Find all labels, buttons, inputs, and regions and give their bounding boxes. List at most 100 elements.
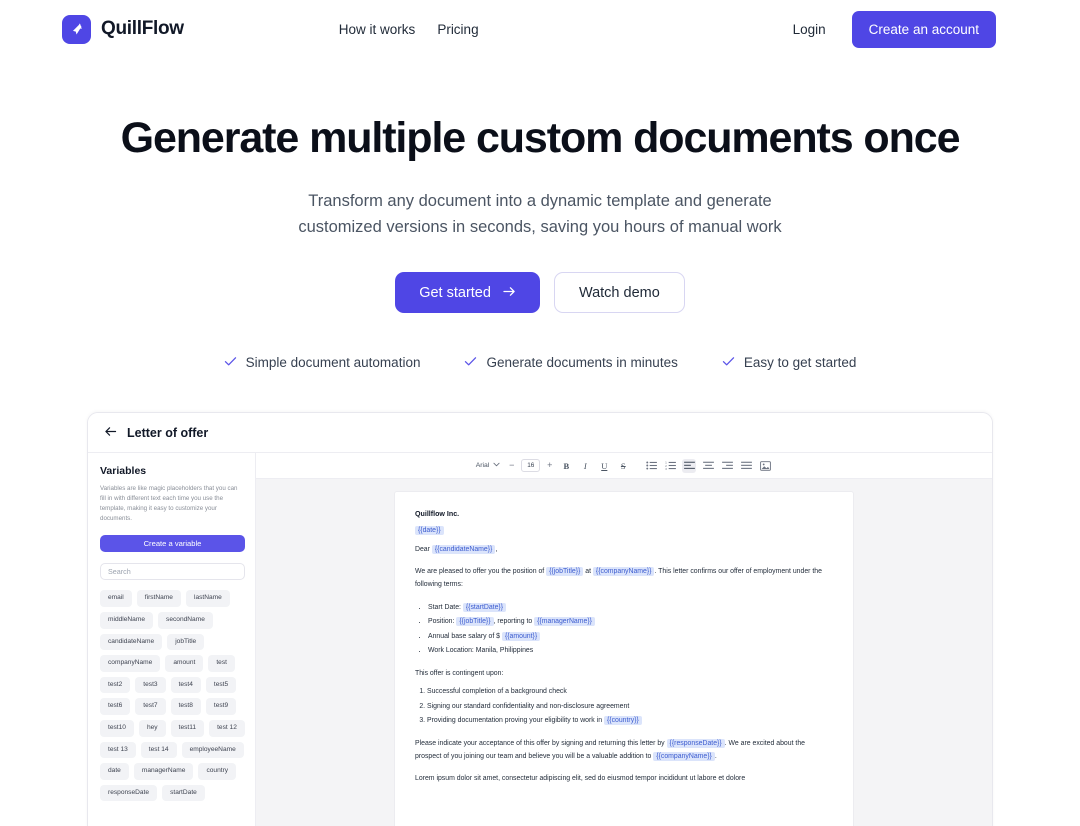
term-position: Position: {{jobTitle}}, reporting to {{m… (428, 615, 833, 628)
numbered-list-icon[interactable]: 1 2 3 (663, 459, 677, 473)
term-start-date: Start Date: {{startDate}} (428, 601, 833, 614)
variable-chip[interactable]: candidateName (100, 633, 163, 651)
variable-token-amount[interactable]: {{amount}} (501, 631, 541, 641)
variable-chip[interactable]: employeeName (181, 741, 244, 759)
feature-item: Easy to get started (722, 355, 856, 370)
salutation-comma: , (495, 545, 498, 553)
variable-chip[interactable]: responseDate (100, 784, 158, 802)
decrease-font-size-button[interactable]: − (507, 461, 516, 470)
create-variable-button[interactable]: Create a variable (100, 535, 245, 553)
variable-token-manager-name[interactable]: {{managerName}} (534, 617, 595, 627)
variable-token-job-title-2[interactable]: {{jobTitle}} (456, 617, 494, 627)
get-started-button[interactable]: Get started (395, 272, 540, 314)
variable-chip[interactable]: test8 (170, 698, 201, 716)
image-icon[interactable] (758, 459, 772, 473)
variable-token-company-name-2[interactable]: {{companyName}} (653, 752, 715, 761)
variable-token-response-date[interactable]: {{responseDate}} (666, 738, 725, 748)
salary-label: Annual base salary of $ (428, 632, 501, 640)
primary-nav-links: How it works Pricing (339, 22, 793, 37)
variable-chip[interactable]: middleName (100, 612, 154, 629)
variable-chip[interactable]: secondName (158, 612, 213, 629)
font-size-input[interactable] (521, 459, 541, 473)
variable-token-start-date[interactable]: {{startDate}} (462, 602, 507, 612)
document-lorem-paragraph: Lorem ipsum dolor sit amet, consectetur … (415, 775, 746, 783)
position-label: Position: (428, 618, 455, 626)
variable-chip[interactable]: test7 (135, 698, 166, 716)
variable-chip[interactable]: hey (138, 720, 166, 737)
editor-topbar: Letter of offer (88, 413, 992, 454)
align-center-icon[interactable] (701, 459, 715, 473)
contingent-item-3: Providing documentation proving your eli… (427, 714, 833, 727)
document-closing-paragraph: Please indicate your acceptance of this … (415, 737, 833, 764)
variable-chip[interactable]: amount (165, 655, 204, 672)
underline-button[interactable]: U (597, 459, 611, 473)
login-link[interactable]: Login (793, 22, 826, 37)
increase-font-size-button[interactable]: + (545, 461, 554, 470)
brand-name: QuillFlow (101, 18, 184, 39)
variable-chip[interactable]: jobTitle (167, 633, 205, 651)
svg-text:3: 3 (665, 467, 667, 470)
nav-link-pricing[interactable]: Pricing (437, 22, 478, 37)
variable-token-company-name[interactable]: {{companyName}} (592, 567, 655, 577)
variable-token-country[interactable]: {{country}} (603, 716, 642, 726)
chevron-down-icon (493, 462, 500, 469)
variable-chip[interactable]: test (208, 655, 235, 672)
variables-description: Variables are like magic placeholders th… (100, 485, 238, 523)
align-justify-icon[interactable] (739, 459, 753, 473)
feature-label: Simple document automation (245, 355, 421, 371)
variable-chip[interactable]: managerName (133, 763, 194, 780)
feature-item: Generate documents in minutes (464, 355, 678, 371)
variable-chip[interactable]: firstName (136, 590, 181, 608)
arrow-left-icon[interactable] (104, 424, 117, 442)
document-page[interactable]: Quillflow Inc. {{date}} Dear {{candidate… (394, 491, 854, 826)
align-left-icon[interactable] (682, 458, 697, 473)
font-family-selector[interactable]: Arial (476, 462, 501, 469)
watch-demo-button[interactable]: Watch demo (553, 272, 685, 314)
variable-chip[interactable]: startDate (162, 784, 205, 802)
start-date-label: Start Date: (428, 603, 461, 611)
align-right-icon[interactable] (720, 459, 734, 473)
variable-chip[interactable]: date (100, 763, 129, 780)
variable-chip[interactable]: test9 (205, 698, 237, 716)
contingent-item-1: Successful completion of a background ch… (427, 685, 833, 698)
brand-logo[interactable]: QuillFlow (62, 14, 184, 44)
nav-link-how-it-works[interactable]: How it works (339, 22, 416, 37)
variable-chip[interactable]: test10 (100, 720, 134, 737)
variable-token-candidate-name[interactable]: {{candidateName}} (431, 544, 496, 554)
variable-chip[interactable]: test 12 (209, 720, 245, 737)
variable-chip[interactable]: lastName (185, 590, 230, 608)
contingent-item-2: Signing our standard confidentiality and… (427, 700, 833, 713)
app-preview-card: Letter of offer Variables Variables are … (87, 412, 993, 826)
variable-chip[interactable]: test11 (170, 720, 205, 737)
variable-chip[interactable]: test3 (135, 676, 166, 694)
cursor-arrow-icon (62, 14, 91, 44)
variable-chip[interactable]: test5 (205, 676, 237, 694)
check-icon (224, 355, 237, 370)
strikethrough-button[interactable]: S (616, 459, 630, 473)
variable-search-input[interactable] (100, 563, 245, 581)
variable-token-job-title[interactable]: {{jobTitle}} (546, 567, 584, 577)
variable-chip[interactable]: country (198, 763, 237, 780)
document-scroll-area[interactable]: Quillflow Inc. {{date}} Dear {{candidate… (256, 479, 992, 826)
closing-text-3: . (714, 753, 717, 760)
document-terms-list: Start Date: {{startDate}} Position: {{jo… (415, 601, 833, 658)
variable-chip[interactable]: test 13 (100, 741, 136, 759)
italic-button[interactable]: I (578, 459, 592, 473)
get-started-label: Get started (419, 284, 491, 301)
document-salutation: Dear {{candidateName}}, (415, 543, 833, 556)
variable-token-date[interactable]: {{date}} (415, 526, 444, 536)
variable-chip[interactable]: companyName (100, 655, 161, 672)
top-navigation-bar: QuillFlow How it works Pricing Login Cre… (0, 0, 1080, 58)
variable-chip-list: email firstName lastName middleName secondNa… (100, 590, 245, 802)
closing-text-1: Please indicate your acceptance of this … (415, 739, 665, 747)
feature-label: Generate documents in minutes (486, 355, 678, 371)
variable-chip[interactable]: test4 (170, 676, 201, 694)
bold-button[interactable]: B (559, 459, 573, 473)
create-account-button[interactable]: Create an account (851, 10, 996, 48)
variable-chip[interactable]: test 14 (140, 741, 177, 759)
offer-text-1: We are pleased to offer you the position… (415, 568, 545, 576)
variable-chip[interactable]: test6 (100, 698, 131, 716)
variable-chip[interactable]: email (100, 590, 132, 608)
variable-chip[interactable]: test2 (100, 676, 131, 694)
bullet-list-icon[interactable] (644, 459, 658, 473)
